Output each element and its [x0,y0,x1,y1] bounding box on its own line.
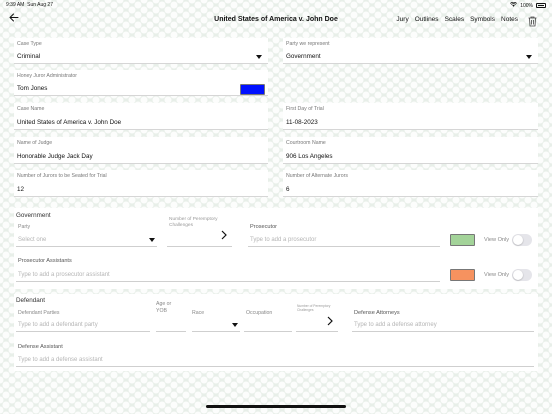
honey-juror-field[interactable]: Honey Juror Administrator Tom Jones [14,70,231,96]
defendant-parties-input[interactable]: Type to add a defendant party [16,317,150,331]
status-time: 9:39 AM Sun Aug 27 [6,2,53,8]
prosecutor-assistants-placeholder: Type to add a prosecutor assistant [18,272,110,278]
alternate-jurors-label: Number of Alternate Jurors [286,173,348,179]
defendant-title: Defendant [16,297,46,304]
occupation-input[interactable] [244,317,292,331]
prosecutor-assistants-underline [16,281,440,282]
assistant-color-swatch[interactable] [450,269,475,281]
defense-assistant-underline [16,366,534,367]
defendant-parties-label: Defendant Parties [18,310,60,316]
defense-attorneys-label: Defense Attorneys [354,310,400,316]
case-type-select[interactable]: Case Type Criminal [14,38,268,64]
gov-peremptory-label: Number of Peremptory Challenges [169,217,218,228]
triangle-down-icon [526,55,532,59]
occupation-underline [244,331,292,332]
nav-link-scales[interactable]: Scales [445,16,465,23]
nav-bar: United States of America v. John Doe Jur… [0,9,552,31]
case-type-label: Case Type [17,41,42,47]
gov-party-underline [16,246,157,247]
prosecutor-view-only-label: View Only [484,237,510,243]
courtroom-label: Courtroom Name [286,140,326,146]
assistant-view-only-toggle[interactable] [512,269,532,281]
race-label: Race [192,310,205,316]
nav-link-notes[interactable]: Notes [501,16,518,23]
nav-link-outlines[interactable]: Outlines [415,16,439,23]
defense-assistant-label: Defense Assistant [18,344,63,350]
party-represent-label: Party we represent [286,41,330,47]
race-underline [192,331,240,332]
defendant-parties-placeholder: Type to add a defendant party [18,322,98,328]
jurors-count-value: 12 [17,186,25,193]
battery-percent: 100% [520,2,533,9]
gov-peremptory-underline [167,246,232,247]
alternate-jurors-field[interactable]: Number of Alternate Jurors 6 [283,170,538,197]
chevron-right-icon[interactable] [327,316,333,329]
def-peremptory-label: Number of Peremptory Challenges [297,304,331,312]
defendant-parties-underline [16,331,150,332]
triangle-down-icon [232,323,238,327]
prosecutor-view-only-toggle[interactable] [512,234,532,246]
defense-attorneys-input[interactable]: Type to add a defense attorney [352,317,534,331]
prosecutor-underline [248,246,440,247]
government-title: Government [16,212,51,219]
defense-assistant-placeholder: Type to add a defense assistant [18,357,103,363]
status-bar: 9:39 AM Sun Aug 27 100% [0,0,552,9]
age-input[interactable] [156,317,186,331]
status-right: 100% [510,1,546,9]
judge-label: Name of Judge [17,140,53,146]
prosecutor-placeholder: Type to add a prosecutor [250,237,317,243]
case-type-value: Criminal [17,53,41,60]
defense-assistant-input[interactable]: Type to add a defense assistant [16,352,534,366]
first-day-field[interactable]: First Day of Trial 11-08-2023 [283,103,538,130]
case-name-label: Case Name [17,106,45,112]
trash-icon[interactable] [528,14,537,32]
government-section: Government Party Select one Number of Pe… [14,208,538,289]
first-day-value: 11-08-2023 [286,119,318,126]
nav-link-symbols[interactable]: Symbols [470,16,495,23]
triangle-down-icon [149,238,155,242]
triangle-down-icon [256,55,262,59]
courtroom-field[interactable]: Courtroom Name 906 Los Angeles [283,137,538,164]
gov-party-select[interactable]: Select one [16,232,157,246]
defense-attorneys-placeholder: Type to add a defense attorney [354,322,437,328]
defendant-section: Defendant Defendant Parties Type to add … [14,294,538,371]
occupation-label: Occupation [246,310,273,316]
gov-party-placeholder: Select one [18,237,47,243]
def-peremptory-underline [296,331,338,332]
judge-field[interactable]: Name of Judge Honorable Judge Jack Day [14,137,268,164]
first-day-label: First Day of Trial [286,106,324,112]
prosecutor-label: Prosecutor [250,224,278,230]
battery-icon [536,3,546,8]
honey-swatch-cell [231,70,268,96]
wifi-icon [510,1,518,9]
nav-links: Jury Outlines Scales Symbols Notes [396,16,518,23]
honey-juror-value: Tom Jones [17,85,48,92]
prosecutor-input[interactable]: Type to add a prosecutor [248,232,440,246]
judge-value: Honorable Judge Jack Day [17,153,93,160]
assistant-view-only-label: View Only [484,272,510,278]
jurors-count-label: Number of Jurors to be Seated for Trial [17,173,107,179]
case-name-field[interactable]: Case Name United States of America v. Jo… [14,103,268,130]
prosecutor-color-swatch[interactable] [450,234,475,246]
age-label: Age or YOB [156,301,172,314]
gov-party-label: Party [18,224,31,230]
case-name-value: United States of America v. John Doe [17,119,122,126]
nav-link-jury[interactable]: Jury [396,16,408,23]
prosecutor-assistants-input[interactable]: Type to add a prosecutor assistant [16,267,440,281]
jurors-count-field[interactable]: Number of Jurors to be Seated for Trial … [14,170,268,197]
home-indicator[interactable] [206,405,346,408]
party-represent-value: Government [286,53,321,60]
party-represent-select[interactable]: Party we represent Government [283,38,538,64]
age-underline [156,331,186,332]
courtroom-value: 906 Los Angeles [286,153,333,160]
prosecutor-assistants-label: Prosecutor Assistants [18,258,72,264]
alternate-jurors-value: 6 [286,186,290,193]
honey-juror-label: Honey Juror Administrator [17,73,77,79]
defense-attorneys-underline [352,331,534,332]
honey-color-swatch[interactable] [240,84,265,95]
race-select[interactable] [192,317,240,331]
chevron-right-icon[interactable] [221,230,227,243]
